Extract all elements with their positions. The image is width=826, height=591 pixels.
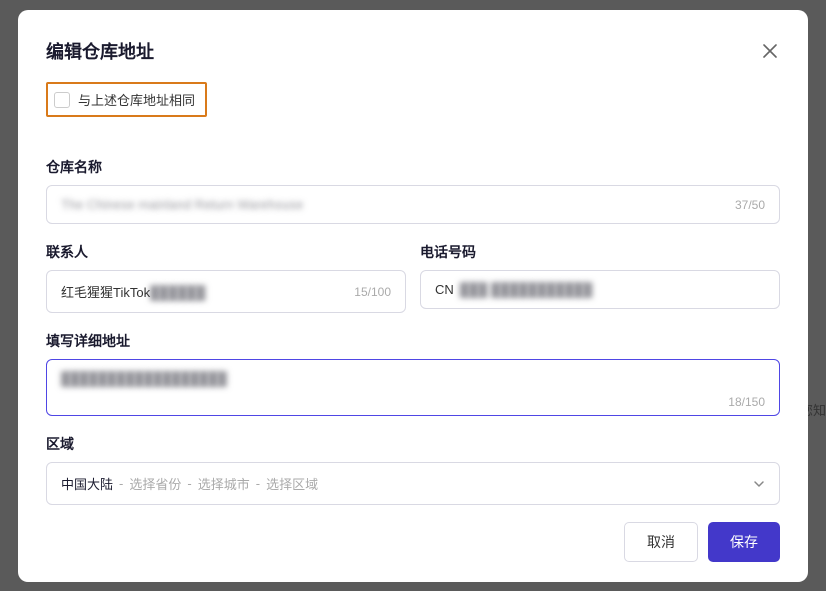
warehouse-name-count: 37/50 — [735, 198, 765, 212]
same-as-above-label: 与上述仓库地址相同 — [78, 90, 195, 109]
cancel-button[interactable]: 取消 — [624, 522, 698, 562]
region-sep: - — [119, 476, 123, 491]
region-district-placeholder: 选择区域 — [266, 474, 318, 493]
address-field: 填写详细地址 ██████████████████ 18/150 — [46, 331, 780, 416]
contact-label: 联系人 — [46, 242, 406, 262]
warehouse-name-input[interactable]: The Chinese mainland Return Warehouse — [61, 197, 727, 212]
region-field: 区域 中国大陆 - 选择省份 - 选择城市 - 选择区域 — [46, 434, 780, 505]
address-input-wrap[interactable]: ██████████████████ 18/150 — [46, 359, 780, 416]
modal-footer: 取消 保存 — [46, 510, 780, 562]
phone-prefix: CN — [435, 282, 454, 297]
modal-title: 编辑仓库地址 — [46, 38, 154, 64]
save-button[interactable]: 保存 — [708, 522, 780, 562]
region-sep: - — [256, 476, 260, 491]
close-icon — [763, 44, 777, 58]
modal-body: 与上述仓库地址相同 仓库名称 The Chinese mainland Retu… — [46, 82, 780, 510]
same-as-above-checkbox[interactable] — [54, 92, 70, 108]
same-as-above-row[interactable]: 与上述仓库地址相同 — [46, 82, 207, 117]
region-label: 区域 — [46, 434, 780, 454]
warehouse-name-field: 仓库名称 The Chinese mainland Return Warehou… — [46, 157, 780, 224]
region-province-placeholder: 选择省份 — [129, 474, 181, 493]
phone-input-wrap[interactable]: CN ███ ███████████ — [420, 270, 780, 309]
address-input[interactable]: ██████████████████ — [61, 371, 765, 389]
address-count: 18/150 — [61, 395, 765, 409]
chevron-down-icon — [753, 478, 765, 490]
phone-input[interactable]: ███ ███████████ — [460, 282, 765, 297]
region-select[interactable]: 中国大陆 - 选择省份 - 选择城市 - 选择区域 — [46, 462, 780, 505]
phone-label: 电话号码 — [420, 242, 780, 262]
close-button[interactable] — [760, 41, 780, 61]
region-country: 中国大陆 — [61, 474, 113, 493]
region-city-placeholder: 选择城市 — [198, 474, 250, 493]
phone-field: 电话号码 CN ███ ███████████ — [420, 242, 780, 313]
warehouse-name-label: 仓库名称 — [46, 157, 780, 177]
warehouse-name-input-wrap[interactable]: The Chinese mainland Return Warehouse 37… — [46, 185, 780, 224]
address-label: 填写详细地址 — [46, 331, 780, 351]
modal-header: 编辑仓库地址 — [46, 38, 780, 64]
contact-input-wrap[interactable]: 红毛猩猩TikTok██████ 15/100 — [46, 270, 406, 313]
contact-count: 15/100 — [354, 285, 391, 299]
region-sep: - — [187, 476, 191, 491]
contact-input[interactable]: 红毛猩猩TikTok██████ — [61, 282, 346, 301]
edit-warehouse-modal: 编辑仓库地址 与上述仓库地址相同 仓库名称 The Chinese mainla… — [18, 10, 808, 582]
contact-field: 联系人 红毛猩猩TikTok██████ 15/100 — [46, 242, 406, 313]
